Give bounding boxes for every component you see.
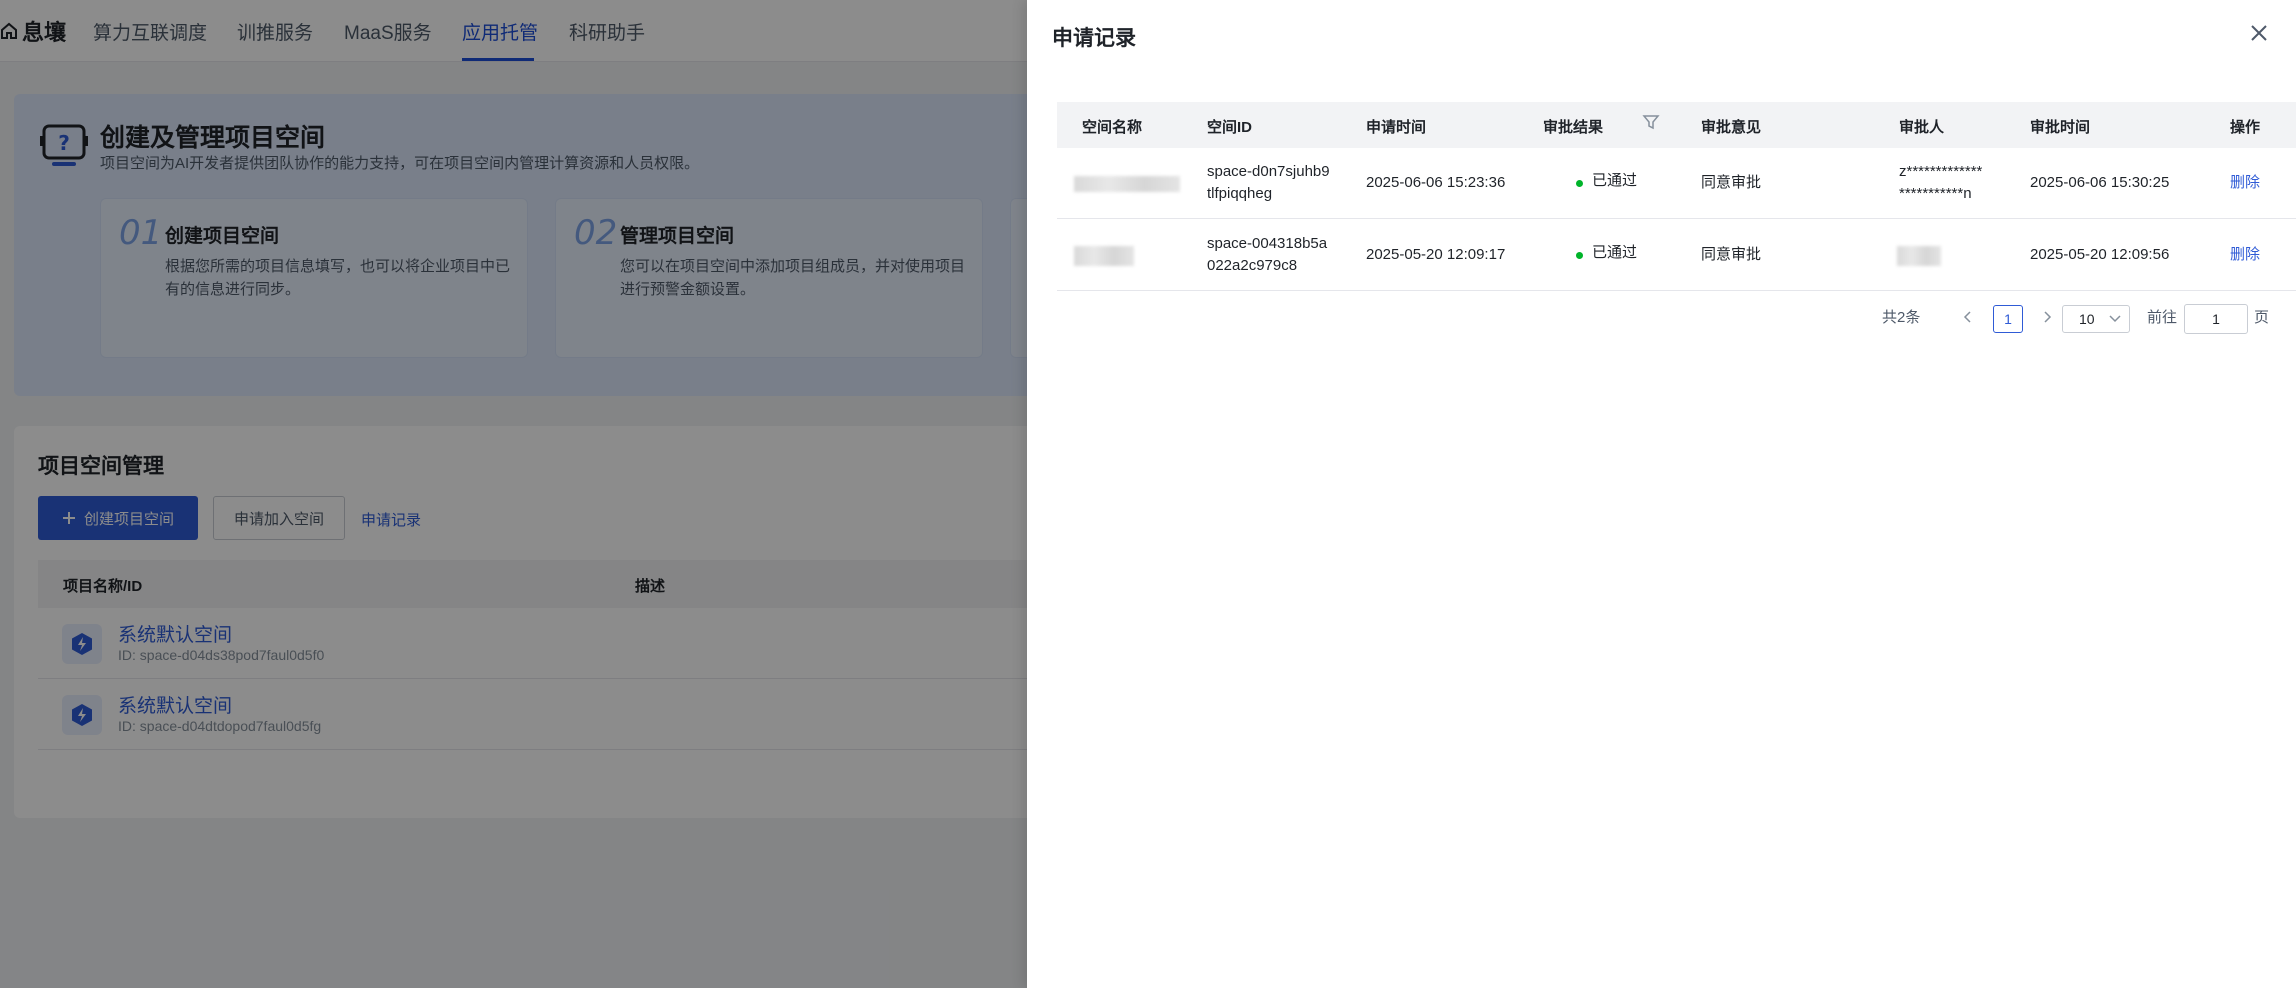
filter-icon[interactable] <box>1642 113 1660 131</box>
delete-link[interactable]: 删除 <box>2230 244 2260 266</box>
approve-time: 2025-06-06 15:30:25 <box>2030 174 2170 191</box>
approve-time: 2025-05-20 12:09:56 <box>2030 246 2170 263</box>
space-id-line: space-004318b5a <box>1207 235 1328 252</box>
column-result: 审批结果 <box>1543 119 1604 136</box>
approver-line: ***********n <box>1899 185 1972 202</box>
approver: z************* ***********n <box>1899 161 1982 205</box>
chevron-down-icon <box>2109 315 2121 323</box>
column-apply-time: 申请时间 <box>1366 119 1427 136</box>
drawer-title: 申请记录 <box>1052 27 1136 50</box>
status-dot <box>1576 252 1583 259</box>
records-table-header: 空间名称 空间ID 申请时间 审批结果 审批意见 审批人 审批时间 操作 <box>1057 102 2296 148</box>
column-action: 操作 <box>2230 119 2261 136</box>
approval-result: 已通过 <box>1592 172 1638 189</box>
approval-opinion: 同意审批 <box>1701 174 1762 191</box>
chevron-left-icon[interactable] <box>1959 306 1977 328</box>
goto-page-input[interactable] <box>2184 304 2248 334</box>
space-id: space-d0n7sjuhb9 tlfpiqqheg <box>1207 161 1330 205</box>
space-id: space-004318b5a 022a2c979c8 <box>1207 233 1327 277</box>
page-size-select[interactable]: 10 <box>2062 305 2130 333</box>
space-id-line: space-d0n7sjuhb9 <box>1207 163 1330 180</box>
approval-opinion: 同意审批 <box>1701 246 1762 263</box>
pagination-current-page[interactable]: 1 <box>1993 305 2023 333</box>
delete-link[interactable]: 删除 <box>2230 172 2260 194</box>
apply-time: 2025-05-20 12:09:17 <box>1366 246 1506 263</box>
pagination-total: 共2条 <box>1882 309 1921 326</box>
approver-line: z************* <box>1899 163 1983 180</box>
goto-label: 前往 <box>2147 309 2178 326</box>
page-size-value: 10 <box>2079 311 2095 327</box>
space-id-line: 022a2c979c8 <box>1207 257 1298 274</box>
close-icon[interactable] <box>2244 18 2274 48</box>
table-row: space-d0n7sjuhb9 tlfpiqqheg 2025-06-06 1… <box>1057 148 2296 219</box>
apply-time: 2025-06-06 15:23:36 <box>1366 174 1506 191</box>
column-space-name: 空间名称 <box>1082 119 1143 136</box>
space-id-line: tlfpiqqheg <box>1207 185 1273 202</box>
column-approver: 审批人 <box>1899 119 1945 136</box>
application-records-drawer: 申请记录 空间名称 空间ID 申请时间 审批结果 审批意见 审批人 审批时间 操… <box>1027 0 2296 988</box>
column-approve-time: 审批时间 <box>2030 119 2091 136</box>
approver-redacted <box>1897 246 1941 266</box>
column-space-id: 空间ID <box>1207 119 1253 136</box>
column-opinion: 审批意见 <box>1701 119 1762 136</box>
space-name-redacted <box>1074 246 1134 266</box>
status-dot <box>1576 180 1583 187</box>
goto-unit: 页 <box>2254 309 2270 326</box>
space-name-redacted <box>1074 176 1180 192</box>
approval-result: 已通过 <box>1592 244 1638 261</box>
table-row: space-004318b5a 022a2c979c8 2025-05-20 1… <box>1057 220 2296 291</box>
chevron-right-icon[interactable] <box>2038 306 2056 328</box>
